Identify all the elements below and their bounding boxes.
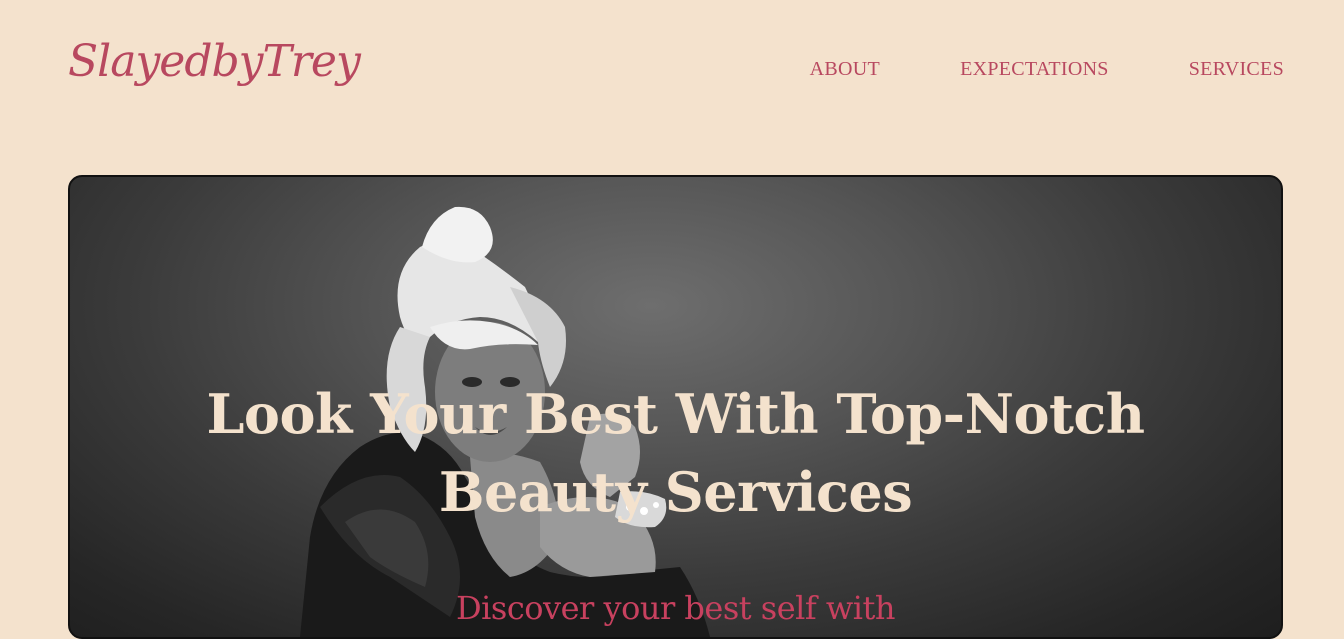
nav-link-about[interactable]: ABOUT bbox=[810, 58, 880, 81]
hero-subtitle: Discover your best self with bbox=[456, 589, 895, 627]
site-logo[interactable]: SlayedbyTrey bbox=[68, 37, 361, 86]
hero-banner: Look Your Best With Top-Notch Beauty Ser… bbox=[68, 175, 1283, 639]
hero-title-line-1: Look Your Best With Top-Notch bbox=[206, 382, 1145, 446]
nav-link-expectations[interactable]: EXPECTATIONS bbox=[960, 58, 1109, 81]
main-nav: ABOUT EXPECTATIONS SERVICES bbox=[810, 58, 1284, 81]
nav-link-services[interactable]: SERVICES bbox=[1189, 58, 1284, 81]
site-header: SlayedbyTrey ABOUT EXPECTATIONS SERVICES bbox=[0, 0, 1344, 140]
hero-title-line-2: Beauty Services bbox=[438, 460, 913, 524]
hero-title: Look Your Best With Top-Notch Beauty Ser… bbox=[70, 375, 1281, 531]
